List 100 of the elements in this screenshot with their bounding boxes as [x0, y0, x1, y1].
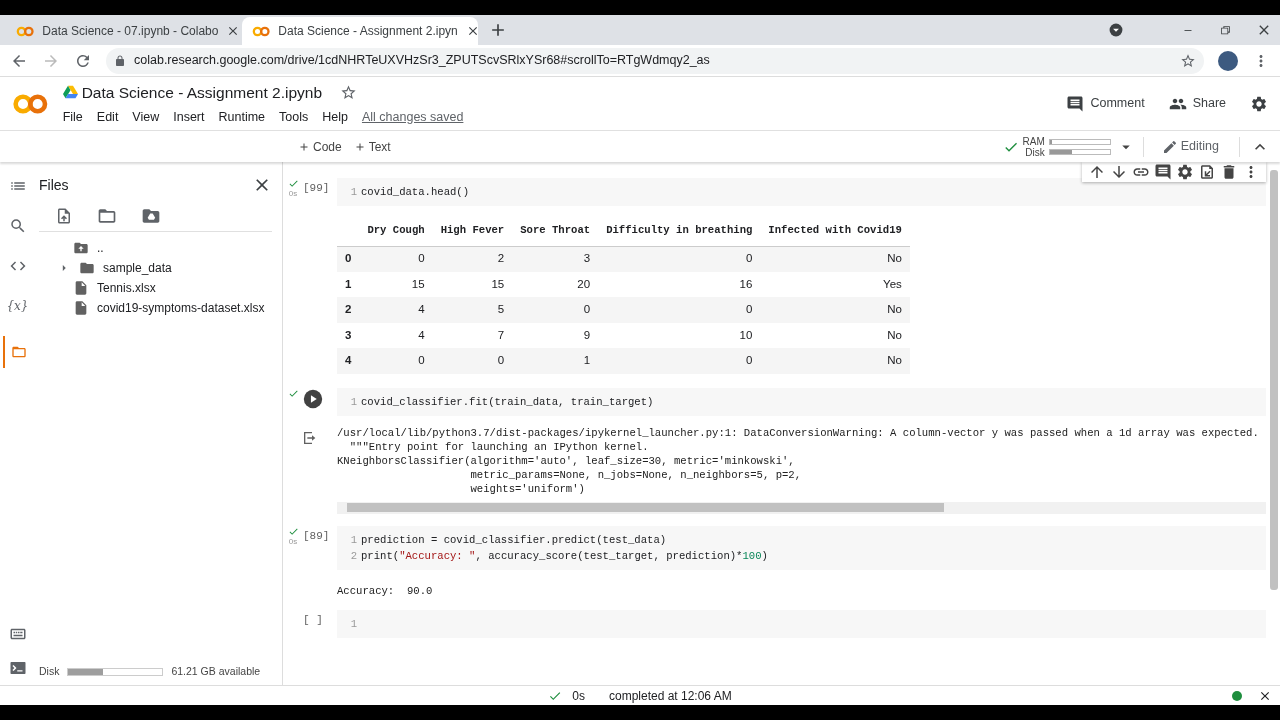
file-row[interactable]: ..: [39, 238, 272, 258]
code-line[interactable]: covid_data.head(): [361, 184, 470, 200]
execution-count: [89]: [303, 528, 330, 544]
editing-button[interactable]: Editing: [1155, 137, 1225, 156]
colab-logo-icon: [252, 25, 271, 37]
table-cell: No: [760, 348, 910, 374]
table-cell: 0: [598, 246, 761, 272]
table-cell: 9: [512, 322, 599, 348]
table-cell: 0: [432, 348, 513, 374]
move-down-icon[interactable]: [1110, 163, 1128, 181]
comment-button[interactable]: Comment: [1066, 94, 1145, 113]
table-cell: No: [760, 322, 910, 348]
table-cell: 4: [359, 322, 433, 348]
upload-icon[interactable]: [55, 206, 73, 225]
disk-label: Disk: [39, 664, 60, 680]
folder-up-icon: [73, 240, 89, 256]
disk-label: Disk: [1024, 146, 1045, 158]
table-cell: No: [760, 246, 910, 272]
settings-icon[interactable]: [1250, 94, 1268, 113]
table-cell: 0: [359, 246, 433, 272]
file-row[interactable]: Tennis.xlsx: [39, 278, 272, 298]
maximize-icon[interactable]: [1219, 23, 1232, 37]
sidebar-rail-button[interactable]: {x}: [5, 296, 30, 316]
menu-item[interactable]: Tools: [279, 107, 309, 127]
table-cell: No: [760, 297, 910, 323]
profile-menu-icon[interactable]: [1109, 23, 1123, 37]
line-number: 1: [349, 394, 357, 410]
table-cell: 0: [598, 297, 761, 323]
status-message: completed at 12:06 AM: [608, 687, 732, 705]
file-icon: [73, 300, 89, 316]
table-cell: 16: [598, 271, 761, 297]
star-icon[interactable]: [340, 83, 358, 101]
browser-tab[interactable]: Data Science - 07.ipynb - Colabo: [6, 17, 242, 45]
table-cell: 10: [598, 322, 761, 348]
avatar[interactable]: [1218, 50, 1238, 71]
browser-tab[interactable]: Data Science - Assignment 2.ipyn: [242, 17, 478, 45]
row-index: 3: [337, 322, 360, 348]
output-icon[interactable]: [302, 429, 318, 446]
table-cell: 15: [359, 271, 433, 297]
code-line[interactable]: print("Accuracy: ", accuracy_score(test_target, prediction)*100): [361, 547, 768, 564]
table-cell: 15: [432, 271, 513, 297]
file-row[interactable]: covid19-symptoms-dataset.xlsx: [39, 298, 272, 318]
menu-item[interactable]: File: [62, 107, 83, 127]
add-text-button[interactable]: Text: [347, 137, 397, 156]
row-index: 0: [337, 246, 360, 272]
menu-item[interactable]: Edit: [96, 107, 119, 127]
bookmark-star-icon[interactable]: [1180, 52, 1196, 69]
table-cell: 3: [512, 246, 599, 272]
table-cell: 0: [359, 348, 433, 374]
save-status[interactable]: All changes saved: [361, 107, 464, 127]
mirror-cell-icon[interactable]: [1198, 163, 1216, 181]
ram-label: RAM: [1022, 135, 1045, 147]
table-cell: 0: [598, 348, 761, 374]
column-header: Sore Throat: [512, 216, 599, 246]
table-cell: 1: [512, 348, 599, 374]
row-index: 1: [337, 271, 360, 297]
lock-icon: [114, 54, 126, 67]
column-header: Difficulty in breathing: [598, 216, 761, 246]
row-index: 4: [337, 348, 360, 374]
folder-icon: [10, 344, 27, 360]
row-index: 2: [337, 297, 360, 323]
terminal-icon[interactable]: [8, 659, 27, 677]
vertical-scrollbar[interactable]: [1270, 170, 1278, 590]
comment-icon[interactable]: [1154, 163, 1172, 181]
file-icon: [73, 280, 89, 296]
code-line[interactable]: prediction = covid_classifier.predict(test_data): [361, 531, 667, 548]
disk-available: 61.21 GB available: [171, 664, 261, 680]
line-number: 1: [349, 532, 357, 548]
menu-item[interactable]: Runtime: [218, 107, 266, 127]
table-cell: 7: [432, 322, 513, 348]
menu-item[interactable]: Help: [322, 107, 348, 127]
column-header: Dry Cough: [359, 216, 433, 246]
code-line[interactable]: covid_classifier.fit(train_data, train_target): [361, 393, 654, 410]
colab-logo: [12, 92, 49, 115]
menu-item[interactable]: View: [132, 107, 160, 127]
notebook-title[interactable]: Data Science - Assignment 2.ipynb: [81, 80, 323, 104]
colab-logo-icon: [16, 25, 35, 37]
add-code-button[interactable]: Code: [292, 137, 348, 156]
comment-icon: [1066, 94, 1085, 113]
pencil-icon: [1161, 138, 1178, 155]
address-bar[interactable]: colab.research.google.com/drive/1cdNHRTeUXVHzSr3_ZPUTScvSRlxYSr68#scrollTo=RTgWdmqy2_as: [106, 47, 1204, 74]
close-icon[interactable]: [1258, 689, 1272, 703]
table-cell: 20: [512, 271, 599, 297]
menu-item[interactable]: Insert: [173, 107, 205, 127]
execution-time: 0s: [288, 536, 298, 546]
table-cell: 0: [512, 297, 599, 323]
panel-title: Files: [39, 175, 69, 195]
column-header: Infected with Covid19: [760, 216, 910, 246]
table-cell: 5: [432, 297, 513, 323]
file-row[interactable]: sample_data: [39, 258, 272, 278]
output-text: /usr/local/lib/python3.7/dist-packages/ipykernel_launcher.py:1: DataConversionWarning: A column-vector y was passed when a 1d array was expected. """Entry point for launching an IPython kernel. KNeighborsClassifier(algorithm='auto', leaf_size=30, metric='minkowski', metric_params=None, n_jobs=None, n_neighbors=5, p=2, weights='uniform'): [337, 425, 1260, 496]
settings-icon[interactable]: [1176, 163, 1194, 181]
horizontal-scrollbar[interactable]: [337, 501, 1266, 514]
run-cell-button[interactable]: [303, 388, 323, 409]
share-button[interactable]: Share: [1168, 94, 1226, 113]
execution-count: [ ]: [303, 612, 323, 628]
output-text: Accuracy: 90.0: [337, 583, 434, 598]
execution-count: [99]: [303, 181, 330, 196]
table-cell: Yes: [760, 271, 910, 297]
table-cell: 2: [432, 246, 513, 272]
